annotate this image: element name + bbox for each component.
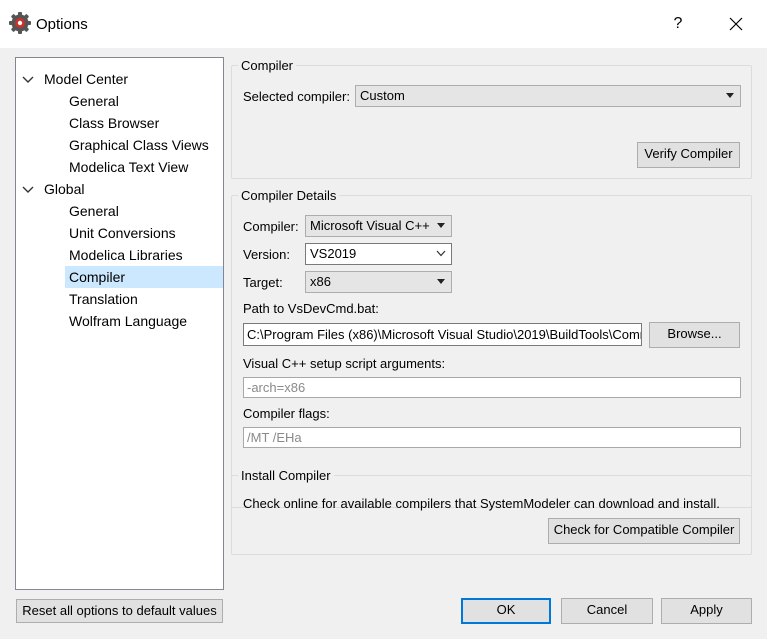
compiler-flags-label: Compiler flags: — [243, 406, 330, 421]
chevron-down-icon[interactable] — [22, 74, 34, 86]
setup-args-label: Visual C++ setup script arguments: — [243, 356, 446, 371]
window-title: Options — [36, 16, 88, 33]
selected-compiler-dropdown[interactable]: Custom — [355, 85, 741, 107]
tree-item-label: Compiler — [65, 266, 223, 288]
tree-item-general[interactable]: General — [16, 90, 223, 112]
selected-compiler-value: Custom — [360, 88, 405, 103]
tree-item-label: Wolfram Language — [69, 313, 188, 329]
title-bar: Options ? — [0, 0, 767, 48]
compiler-details-title: Compiler Details — [238, 188, 340, 203]
install-description: Check online for available compilers tha… — [243, 496, 720, 511]
dropdown-arrow-icon — [437, 223, 445, 228]
compiler-label: Compiler: — [243, 219, 299, 234]
version-dropdown[interactable]: VS2019 — [305, 243, 452, 265]
compiler-group-title: Compiler — [238, 58, 297, 73]
tree-item-label: Class Browser — [69, 115, 160, 131]
tree-item-label: Translation — [69, 291, 138, 307]
tree-item-label: Unit Conversions — [69, 225, 176, 241]
tree-item-label: General — [69, 93, 119, 109]
ok-button[interactable]: OK — [461, 598, 551, 624]
compiler-dropdown[interactable]: Microsoft Visual C++ — [305, 215, 452, 237]
setup-args-input[interactable]: -arch=x86 — [243, 377, 741, 398]
tree-item-global[interactable]: Global — [16, 178, 223, 200]
chevron-down-icon — [436, 250, 446, 257]
compiler-details-group — [231, 195, 752, 508]
gear-app-icon — [8, 11, 32, 35]
help-button[interactable]: ? — [664, 10, 692, 38]
target-dropdown[interactable]: x86 — [305, 271, 452, 293]
check-compatible-compiler-button[interactable]: Check for Compatible Compiler — [548, 518, 740, 544]
tree-item-compiler[interactable]: Compiler — [16, 266, 223, 288]
tree-item-label: Model Center — [44, 71, 129, 87]
tree-item-label: Graphical Class Views — [69, 137, 209, 153]
tree-item-model-center[interactable]: Model Center — [16, 68, 223, 90]
dropdown-arrow-icon — [726, 93, 734, 98]
path-label: Path to VsDevCmd.bat: — [243, 301, 379, 316]
dropdown-arrow-icon — [437, 279, 445, 284]
tree-item-graphical-class-views[interactable]: Graphical Class Views — [16, 134, 223, 156]
compiler-value: Microsoft Visual C++ — [310, 218, 430, 233]
cancel-button[interactable]: Cancel — [561, 598, 653, 624]
selected-compiler-label: Selected compiler: — [243, 89, 350, 104]
compiler-flags-input[interactable]: /MT /EHa — [243, 427, 741, 448]
tree-item-class-browser[interactable]: Class Browser — [16, 112, 223, 134]
reset-defaults-button[interactable]: Reset all options to default values — [16, 599, 223, 623]
tree-item-wolfram-language[interactable]: Wolfram Language — [16, 310, 223, 332]
target-value: x86 — [310, 274, 331, 289]
close-button[interactable] — [720, 10, 752, 38]
tree-item-label: Global — [44, 181, 85, 197]
tree-item-global-general[interactable]: General — [16, 200, 223, 222]
options-tree[interactable]: Model Center General Class Browser Graph… — [15, 57, 224, 590]
tree-item-modelica-text-view[interactable]: Modelica Text View — [16, 156, 223, 178]
close-icon — [729, 17, 743, 31]
tree-item-label: General — [69, 203, 119, 219]
tree-item-unit-conversions[interactable]: Unit Conversions — [16, 222, 223, 244]
version-label: Version: — [243, 247, 290, 262]
version-value: VS2019 — [310, 246, 357, 261]
verify-compiler-button[interactable]: Verify Compiler — [637, 142, 740, 168]
tree-item-modelica-libraries[interactable]: Modelica Libraries — [16, 244, 223, 266]
target-label: Target: — [243, 275, 283, 290]
vsdevcmd-path-input[interactable]: C:\Program Files (x86)\Microsoft Visual … — [243, 323, 642, 346]
apply-button[interactable]: Apply — [661, 598, 752, 624]
tree-item-translation[interactable]: Translation — [16, 288, 223, 310]
tree-item-label: Modelica Text View — [69, 159, 189, 175]
install-compiler-title: Install Compiler — [238, 468, 334, 483]
dialog-body: Model Center General Class Browser Graph… — [0, 48, 767, 639]
chevron-down-icon[interactable] — [22, 184, 34, 196]
tree-item-label: Modelica Libraries — [69, 247, 183, 263]
browse-button[interactable]: Browse... — [649, 322, 740, 348]
